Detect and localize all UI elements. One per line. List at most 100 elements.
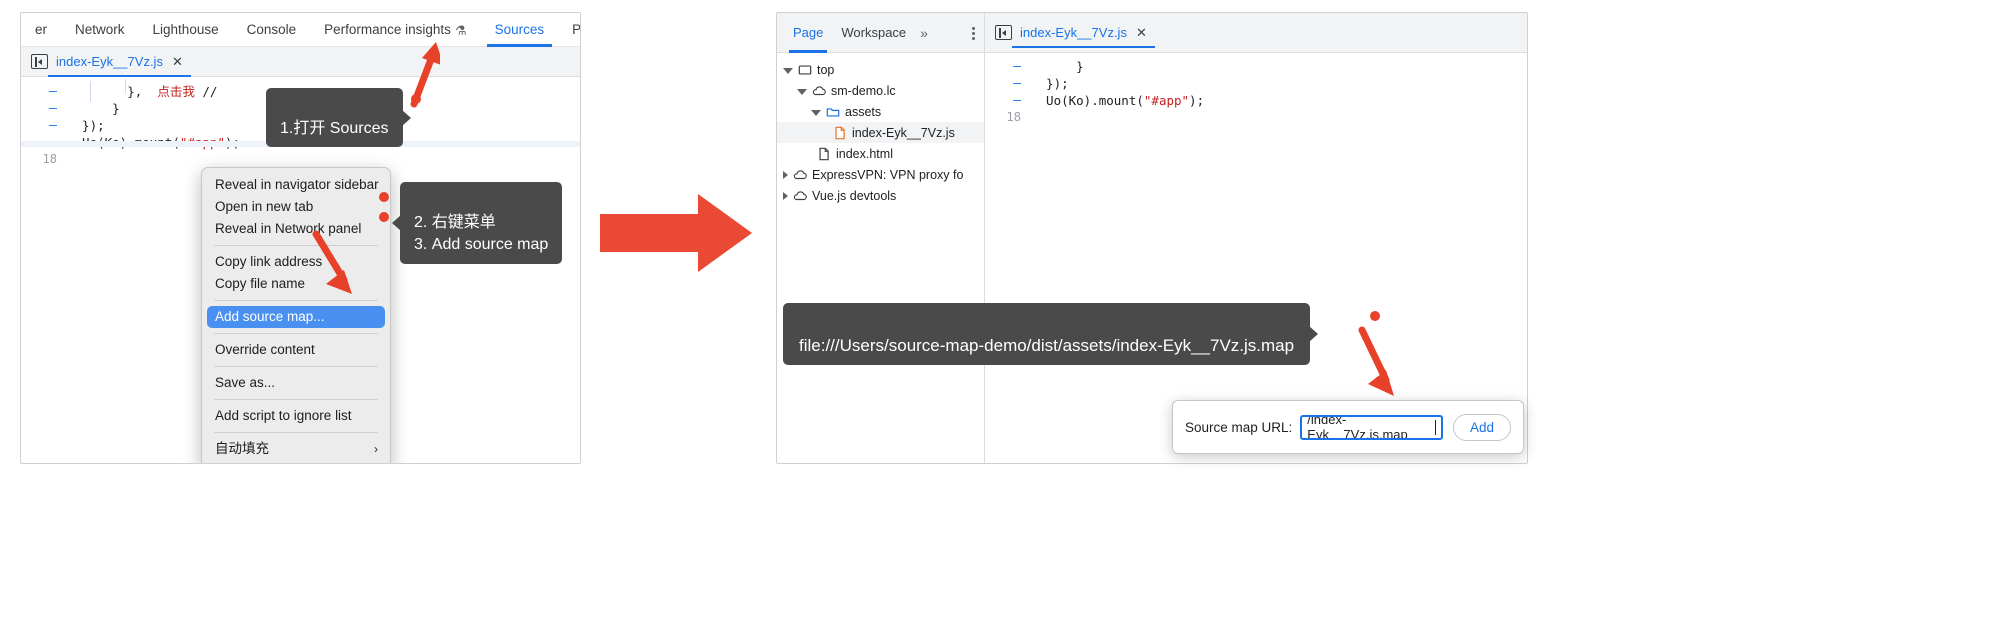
tree-item-label: top [817, 62, 835, 77]
code-comment-cn: 点击我 [157, 84, 195, 99]
folder-icon [826, 107, 840, 117]
menu-item-add-source-map[interactable]: Add source map... [207, 306, 385, 328]
tree-item-label: assets [845, 104, 882, 119]
nav-tab-workspace[interactable]: Workspace [833, 13, 914, 53]
nav-tab-page[interactable]: Page [785, 13, 831, 53]
code-line: – } [985, 58, 1527, 75]
show-navigator-icon[interactable] [31, 54, 48, 69]
devtools-tabbar: er Network Lighthouse Console Performanc… [21, 13, 580, 47]
chevron-down-icon[interactable] [811, 109, 821, 116]
context-menu[interactable]: Reveal in navigator sidebar Open in new … [201, 167, 391, 463]
tab-label: Performance insights [324, 21, 451, 37]
tab-performance-partial[interactable]: Performa [558, 13, 580, 47]
code-text: Uo(Ko).mount("#app"); [1031, 93, 1205, 108]
menu-item-label: Override content [215, 342, 315, 357]
tree-item-top[interactable]: top [777, 59, 984, 80]
html-file-icon [819, 147, 829, 160]
cloud-icon [812, 85, 826, 95]
tree-item-index-js[interactable]: index-Eyk__7Vz.js [777, 122, 984, 143]
tab-lighthouse[interactable]: Lighthouse [139, 13, 233, 47]
tree-item-expressvpn[interactable]: ExpressVPN: VPN proxy fo [777, 164, 984, 185]
code-line: – }); [985, 75, 1527, 92]
menu-item-label: Reveal in Network panel [215, 221, 362, 236]
menu-item-override-content[interactable]: Override content [202, 339, 390, 361]
file-tree[interactable]: top sm-demo.lc assets index-Eyk__7Vz.js [777, 53, 984, 463]
menu-item-label: Reveal in navigator sidebar [215, 177, 379, 192]
frame-icon [798, 64, 812, 75]
menu-item-open-new-tab[interactable]: Open in new tab [202, 196, 390, 218]
tab-label: Lighthouse [152, 21, 219, 37]
nav-tab-label: Page [793, 24, 824, 40]
menu-item-label: Add script to ignore list [215, 408, 352, 423]
file-tab-index-js[interactable]: index-Eyk__7Vz.js ✕ [48, 47, 191, 77]
menu-item-save-as[interactable]: Save as... [202, 372, 390, 394]
source-map-url-label: Source map URL: [1185, 419, 1293, 435]
line-gutter: – [49, 84, 57, 99]
chevron-right-icon[interactable] [783, 191, 788, 200]
js-file-icon [835, 126, 845, 139]
menu-separator [214, 432, 378, 433]
tree-item-assets[interactable]: assets [777, 101, 984, 122]
code-text: } [1031, 59, 1084, 74]
menu-item-copy-link-address[interactable]: Copy link address [202, 251, 390, 273]
tree-item-label: Vue.js devtools [812, 188, 897, 203]
menu-item-label: Add source map... [215, 309, 325, 324]
annotation-source-map-url: file:///Users/source-map-demo/dist/asset… [783, 303, 1311, 366]
line-gutter: 18 [42, 152, 57, 166]
hide-navigator-icon[interactable] [995, 25, 1012, 40]
annotation-dot-3 [379, 212, 389, 222]
left-file-tab-strip: index-Eyk__7Vz.js ✕ [21, 47, 580, 77]
annotation-text: 2. 右键菜单 3. Add source map [414, 213, 549, 254]
annotation-dot-1 [411, 94, 421, 104]
line-gutter: 18 [1006, 110, 1021, 124]
menu-separator [214, 245, 378, 246]
menu-item-autofill[interactable]: 自动填充 › [202, 438, 390, 460]
tab-elements-partial[interactable]: er [21, 13, 61, 47]
tab-network[interactable]: Network [61, 13, 139, 47]
annotation-dot-url [1370, 311, 1380, 321]
fold-guide [90, 81, 91, 102]
menu-item-copy-file-name[interactable]: Copy file name [202, 273, 390, 295]
line-gutter: – [1013, 93, 1021, 108]
menu-item-label: Copy link address [215, 254, 323, 269]
menu-item-add-script-ignore-list[interactable]: Add script to ignore list [202, 405, 390, 427]
more-options-icon[interactable] [965, 25, 981, 41]
chevron-down-icon[interactable] [783, 67, 793, 74]
add-button[interactable]: Add [1452, 413, 1511, 441]
tab-sources[interactable]: Sources [481, 13, 559, 47]
flask-icon: ⚗ [454, 22, 467, 38]
annotation-step-2-3: 2. 右键菜单 3. Add source map [400, 182, 563, 265]
text-caret [1434, 419, 1436, 435]
add-source-map-dialog[interactable]: Source map URL: /index-Eyk__7Vz.js.map A… [1172, 400, 1524, 454]
chevron-double-right-icon[interactable]: » [916, 25, 932, 41]
menu-separator [214, 366, 378, 367]
tree-item-index-html[interactable]: index.html [777, 143, 984, 164]
tab-console[interactable]: Console [233, 13, 311, 47]
tree-item-sm-demo[interactable]: sm-demo.lc [777, 80, 984, 101]
tab-label: er [35, 21, 48, 37]
menu-item-reveal-navigator[interactable]: Reveal in navigator sidebar [202, 174, 390, 196]
tree-item-label: sm-demo.lc [831, 83, 896, 98]
line-gutter: – [49, 101, 57, 116]
source-map-url-input[interactable]: /index-Eyk__7Vz.js.map [1300, 414, 1443, 440]
tree-item-vue-devtools[interactable]: Vue.js devtools [777, 185, 984, 206]
close-icon[interactable]: ✕ [1136, 18, 1147, 48]
code-line: – Uo(Ko).mount("#app"); [985, 92, 1527, 109]
menu-item-reveal-network[interactable]: Reveal in Network panel [202, 218, 390, 240]
file-tab-index-js-right[interactable]: index-Eyk__7Vz.js ✕ [1012, 18, 1155, 48]
tab-label: Sources [494, 21, 545, 37]
chevron-down-icon[interactable] [797, 88, 807, 95]
navigator-tabbar: Page Workspace » [777, 13, 984, 53]
chevron-right-icon[interactable] [783, 170, 788, 179]
tab-performance-insights[interactable]: Performance insights ⚗ [310, 13, 480, 47]
right-file-tab-strip: index-Eyk__7Vz.js ✕ [985, 13, 1527, 53]
cloud-icon [793, 190, 807, 200]
code-line: 18 [21, 151, 580, 168]
tree-item-label: index.html [836, 146, 893, 161]
close-icon[interactable]: ✕ [172, 47, 183, 77]
file-tab-label: index-Eyk__7Vz.js [1020, 24, 1127, 40]
annotation-text: file:///Users/source-map-demo/dist/asset… [799, 336, 1295, 356]
overflow-label: » [920, 24, 928, 41]
flow-arrow-right [600, 194, 752, 272]
cloud-icon [793, 169, 807, 179]
